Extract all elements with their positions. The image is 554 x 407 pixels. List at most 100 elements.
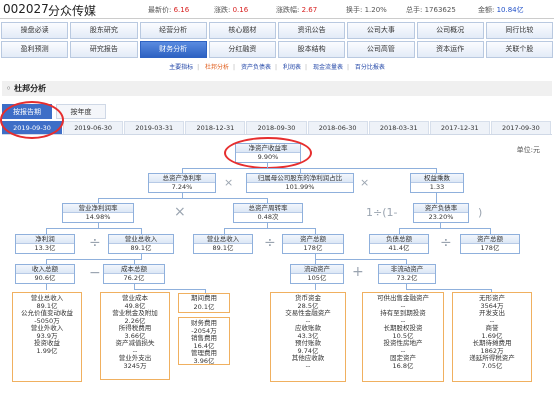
node-roa: 总资产净利率 7.24% (148, 173, 216, 193)
date-tab[interactable]: 2017-12-31 (429, 121, 490, 134)
detail-value: 3245万 (123, 361, 147, 370)
subnav-dupont[interactable]: 杜邦分析 (205, 64, 229, 71)
nav-row-2: 盈利预测 研究报告 财务分析 分红融资 股本结构 公司高管 资本运作 关联个股 (1, 41, 553, 58)
tree-connector (98, 198, 268, 199)
current-assets-detail-box: 货币资金 28.5亿 交易性金融资产 -- 应收账款 43.3亿 预付账款 9.… (270, 292, 346, 382)
quote-change: 涨跌: 0.16 (214, 6, 249, 14)
divide-operator: ÷ (264, 235, 276, 251)
nav-tab-caopan[interactable]: 操盘必读 (1, 22, 69, 39)
date-tab[interactable]: 2018-03-31 (368, 121, 429, 134)
node-total-income: 收入总额 90.6亿 (15, 264, 75, 284)
node-noncurrent-assets: 非流动资产 73.2亿 (378, 264, 436, 284)
one-minus-operator: 1÷(1- (366, 206, 398, 219)
plus-operator: + (352, 264, 364, 280)
node-net-profit: 净利润 13.3亿 (15, 234, 75, 254)
date-tabs: 2019-09-30 2019-06-30 2019-03-31 2018-12… (2, 121, 552, 135)
main-nav: 操盘必读 股东研究 经营分析 核心题材 资讯公告 公司大事 公司概况 同行比较 … (1, 22, 553, 60)
nav-tab-yanjiu[interactable]: 研究报告 (70, 41, 138, 58)
minus-operator: − (89, 265, 101, 281)
quote-change-pct: 涨跌幅: 2.67 (276, 6, 318, 14)
detail-value: 7.05亿 (481, 361, 503, 370)
tree-connector (406, 289, 492, 290)
detail-value: -- (305, 361, 311, 370)
node-current-assets: 流动资产 105亿 (290, 264, 344, 284)
nav-row-1: 操盘必读 股东研究 经营分析 核心题材 资讯公告 公司大事 公司概况 同行比较 (1, 22, 553, 39)
nav-tab-zixun[interactable]: 资讯公告 (278, 22, 346, 39)
date-tab[interactable]: 2017-09-30 (490, 121, 551, 134)
node-liabilities: 负债总额 41.4亿 (369, 234, 429, 254)
node-period-expense: 期间费用 20.1亿 (178, 293, 230, 313)
date-tab[interactable]: 2019-06-30 (63, 121, 124, 134)
tree-connector (224, 228, 316, 229)
tree-connector (46, 259, 142, 260)
node-parent-profit-ratio: 归属母公司股东的净利润占比 101.99% (246, 173, 354, 193)
node-total-assets-2: 资产总额 178亿 (460, 234, 520, 254)
nav-tab-ticai[interactable]: 核心题材 (208, 22, 276, 39)
node-asset-turnover: 总资产周转率 0.48次 (233, 203, 303, 223)
tree-connector (399, 228, 491, 229)
quote-volume: 总手: 1763625 (406, 6, 456, 14)
nav-tab-jingying[interactable]: 经营分析 (139, 22, 207, 39)
multiply-operator: × (224, 176, 234, 189)
date-tab[interactable]: 2018-09-30 (246, 121, 307, 134)
divide-operator: ÷ (440, 235, 452, 251)
multiply-operator: × (174, 204, 186, 220)
node-revenue: 营业总收入 89.1亿 (108, 234, 174, 254)
subnav-percent-report[interactable]: 百分比报表 (355, 64, 385, 71)
tab-by-report-period[interactable]: 按报告期 (2, 104, 52, 119)
nav-tab-fenhong[interactable]: 分红融资 (208, 41, 276, 58)
date-tab[interactable]: 2018-12-31 (185, 121, 246, 134)
subnav-cash-flow[interactable]: 现金流量表 (313, 64, 343, 71)
tab-by-year[interactable]: 按年度 (56, 104, 106, 119)
cost-detail-box: 营业成本 49.8亿 营业税金及附加 2.26亿 所得税费用 3.66亿 资产减… (100, 292, 170, 380)
nav-tab-gaoguan[interactable]: 公司高管 (347, 41, 415, 58)
tree-connector (436, 193, 437, 203)
nav-tab-guben[interactable]: 股本结构 (278, 41, 346, 58)
quote-price: 最新价: 6.16 (148, 6, 190, 14)
quote-turnover: 换手: 1.20% (346, 6, 387, 14)
stock-header: 002027 分众传媒 最新价: 6.16 涨跌: 0.16 涨跌幅: 2.67… (0, 0, 554, 19)
nav-tab-dashi[interactable]: 公司大事 (347, 22, 415, 39)
nav-tab-yingli[interactable]: 盈利预测 (1, 41, 69, 58)
node-debt-ratio: 资产负债率 23.20% (413, 203, 469, 223)
tree-connector (134, 289, 206, 290)
nav-tab-guanlian[interactable]: 关联个股 (485, 41, 553, 58)
section-title: ◦ 杜邦分析 (2, 81, 552, 96)
nav-tab-caiwu[interactable]: 财务分析 (139, 41, 207, 58)
nav-tab-gudong[interactable]: 股东研究 (70, 22, 138, 39)
node-net-margin: 营业净利润率 14.98% (62, 203, 134, 223)
date-tab[interactable]: 2018-06-30 (307, 121, 368, 134)
noncurrent-assets-detail-box-1: 可供出售金融资产 -- 持有至到期投资 -- 长期股权投资 10.5亿 投资性房… (362, 292, 444, 382)
nav-tab-tonghang[interactable]: 同行比较 (485, 22, 553, 39)
node-total-assets: 资产总额 178亿 (282, 234, 344, 254)
tree-connector (315, 259, 407, 260)
income-detail-box: 营业总收入 89.1亿 公允价值变动收益 -5050万 营业外收入 93.9万 … (12, 292, 82, 382)
close-paren: ) (478, 206, 483, 219)
detail-value: 1.99亿 (36, 346, 58, 355)
bullet-icon: ◦ (6, 84, 12, 93)
subnav-separator: | (275, 64, 278, 71)
nav-tab-ziben[interactable]: 资本运作 (416, 41, 484, 58)
subnav-income-statement[interactable]: 利润表 (283, 64, 301, 71)
subnav-balance-sheet[interactable]: 资产负债表 (241, 64, 271, 71)
detail-value: 16.8亿 (392, 361, 414, 370)
subnav-separator: | (346, 64, 349, 71)
nav-tab-gaikuang[interactable]: 公司概况 (416, 22, 484, 39)
node-roe: 净资产收益率 9.90% (235, 143, 301, 163)
noncurrent-assets-detail-box-2: 无形资产 3564万 开发支出 -- 商誉 1.69亿 长期待摊费用 1862万… (452, 292, 532, 382)
node-revenue-2: 营业总收入 89.1亿 (193, 234, 253, 254)
multiply-operator: × (360, 176, 370, 189)
subnav-main-indicators[interactable]: 主要指标 (169, 64, 193, 71)
subnav-separator: | (197, 64, 200, 71)
detail-value: 3.96亿 (193, 356, 215, 365)
stock-name: 分众传媒 (48, 4, 97, 18)
date-tab[interactable]: 2019-09-30 (2, 121, 63, 134)
node-equity-multiplier: 权益乘数 1.33 (410, 173, 464, 193)
quote-amount: 金额: 10.84亿 (478, 6, 524, 14)
date-tab[interactable]: 2019-03-31 (124, 121, 185, 134)
subnav-separator: | (304, 64, 308, 71)
expense-detail-box: 财务费用 -2054万 销售费用 16.4亿 管理费用 3.96亿 (178, 317, 230, 365)
stock-code: 002027 (3, 2, 49, 16)
tree-connector (315, 284, 316, 290)
subnav-separator: | (233, 64, 236, 71)
